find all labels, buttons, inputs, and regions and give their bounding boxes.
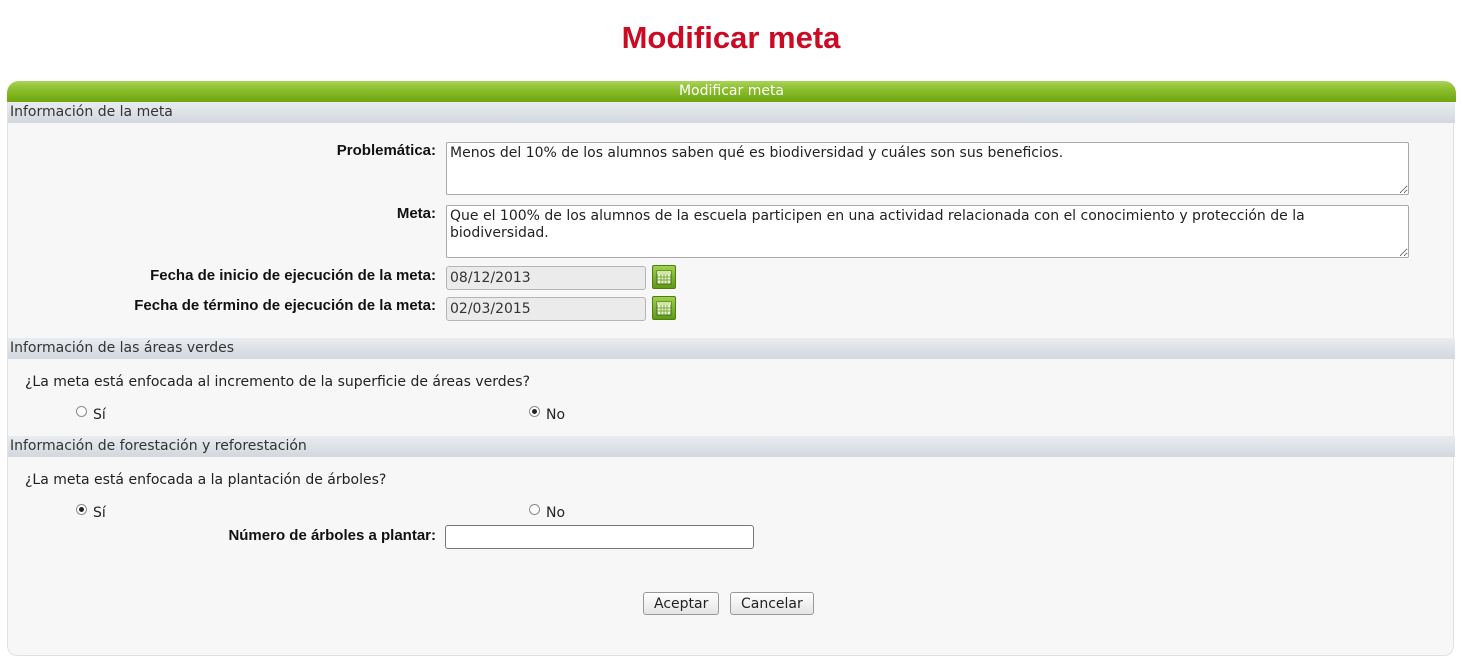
section-green-areas: Información de las áreas verdes — [8, 338, 1455, 359]
meta-textarea[interactable]: Que el 100% de los alumnos de la escuela… — [446, 205, 1409, 258]
numero-arboles-label: Número de árboles a plantar: — [228, 527, 436, 544]
fecha-termino-input[interactable] — [446, 297, 646, 321]
panel-header: Modificar meta — [7, 81, 1456, 102]
areas-verdes-question: ¿La meta está enfocada al incremento de … — [25, 374, 531, 390]
arboles-radio-no[interactable] — [529, 503, 540, 515]
accept-button[interactable]: Aceptar — [643, 592, 720, 615]
areas-verdes-option-si[interactable]: Sí — [76, 405, 106, 423]
radio-label: No — [546, 505, 566, 521]
arboles-option-no[interactable]: No — [529, 503, 566, 521]
form-panel: Modificar meta Información de la meta Pr… — [7, 81, 1456, 656]
areas-verdes-option-no[interactable]: No — [529, 405, 566, 423]
section-forestation: Información de forestación y reforestaci… — [8, 436, 1455, 457]
fecha-termino-label: Fecha de término de ejecución de la meta… — [134, 297, 436, 314]
arboles-option-si[interactable]: Sí — [76, 503, 106, 521]
arboles-radio-si[interactable] — [76, 503, 87, 515]
fecha-inicio-label: Fecha de inicio de ejecución de la meta: — [150, 267, 436, 284]
areas-verdes-radio-si[interactable] — [76, 405, 87, 417]
calendar-icon[interactable] — [652, 265, 676, 289]
radio-label: No — [546, 407, 566, 423]
problematica-label: Problemática: — [336, 142, 436, 159]
page-title: Modificar meta — [621, 20, 841, 55]
fecha-inicio-input[interactable] — [446, 266, 646, 290]
numero-arboles-input[interactable] — [445, 525, 754, 549]
problematica-textarea[interactable]: Menos del 10% de los alumnos saben qué e… — [446, 142, 1409, 195]
cancel-button[interactable]: Cancelar — [730, 592, 814, 615]
calendar-icon[interactable] — [652, 296, 676, 320]
radio-label: Sí — [93, 505, 106, 521]
meta-label: Meta: — [396, 205, 436, 222]
radio-label: Sí — [93, 407, 106, 423]
areas-verdes-radio-no[interactable] — [529, 405, 540, 417]
section-meta-info: Información de la meta — [8, 102, 1455, 123]
arboles-question: ¿La meta está enfocada a la plantación d… — [25, 472, 387, 488]
